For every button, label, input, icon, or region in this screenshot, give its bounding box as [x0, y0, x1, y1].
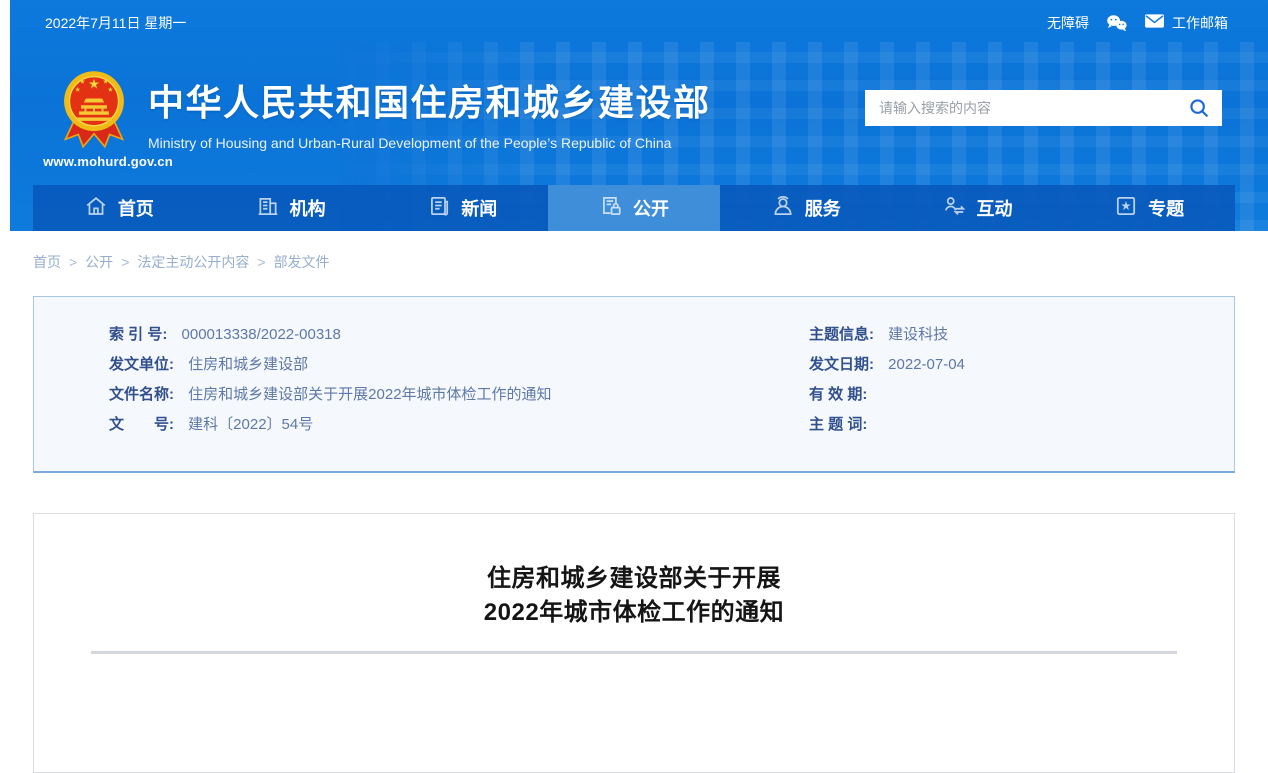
accessibility-link[interactable]: 无障碍 [1047, 13, 1089, 33]
info-row-validity: 有 效 期: [809, 380, 1234, 410]
news-icon [427, 194, 451, 223]
nav-label: 公开 [633, 199, 670, 219]
header-main: www.mohurd.gov.cn 中华人民共和国住房和城乡建设部 Minist… [10, 45, 1268, 185]
info-row-index-number: 索 引 号: 000013338/2022-00318 [109, 320, 809, 350]
info-value: 住房和城乡建设部 [188, 356, 309, 373]
nav-item-interact[interactable]: 互动 [892, 185, 1064, 231]
info-row-keywords: 主 题 词: [809, 410, 1234, 440]
info-label: 文件名称: [109, 386, 174, 403]
site-title-en: Ministry of Housing and Urban-Rural Deve… [148, 135, 672, 151]
article-box: 住房和城乡建设部关于开展 2022年城市体检工作的通知 [33, 513, 1235, 773]
info-value: 000013338/2022-00318 [181, 326, 341, 343]
national-emblem-icon [60, 67, 128, 158]
breadcrumb-link-open[interactable]: 公开 [85, 252, 113, 272]
nav-label: 机构 [289, 199, 326, 219]
main-nav: 首页 机构 新闻 公开 服务 互动 专题 [33, 185, 1235, 231]
breadcrumb-separator: > [69, 254, 78, 270]
document-title-line1: 住房和城乡建设部关于开展 [487, 565, 781, 592]
info-label: 有 效 期: [809, 386, 868, 403]
breadcrumb-separator: > [257, 254, 266, 270]
info-row-issuing-unit: 发文单位: 住房和城乡建设部 [109, 350, 809, 380]
info-label: 主题信息: [809, 326, 874, 343]
nav-item-service[interactable]: 服务 [720, 185, 892, 231]
nav-item-home[interactable]: 首页 [33, 185, 205, 231]
site-url: www.mohurd.gov.cn [43, 154, 173, 169]
search-icon[interactable] [1176, 90, 1222, 126]
document-title: 住房和城乡建设部关于开展 2022年城市体检工作的通知 [34, 562, 1234, 630]
nav-item-org[interactable]: 机构 [205, 185, 377, 231]
work-mailbox-label: 工作邮箱 [1172, 14, 1228, 31]
topbar-actions: 无障碍 工作邮箱 [1047, 13, 1228, 33]
info-row-doc-number: 文 号: 建科〔2022〕54号 [109, 410, 809, 440]
nav-label: 首页 [117, 199, 154, 219]
star-square-icon [1114, 194, 1138, 223]
info-label: 发文单位: [109, 356, 174, 373]
site-title: 中华人民共和国住房和城乡建设部 [148, 82, 711, 123]
search-input[interactable] [865, 90, 1176, 126]
topbar: 2022年7月11日 星期一 无障碍 工作邮箱 [10, 0, 1268, 45]
info-label: 文 号: [109, 416, 174, 433]
info-value: 建设科技 [888, 326, 949, 343]
info-value: 住房和城乡建设部关于开展2022年城市体检工作的通知 [188, 386, 552, 403]
document-info-box: 索 引 号: 000013338/2022-00318 发文单位: 住房和城乡建… [33, 296, 1235, 473]
info-value: 2022-07-04 [888, 356, 965, 373]
person-arrows-icon [942, 194, 966, 223]
nav-item-news[interactable]: 新闻 [376, 185, 548, 231]
breadcrumb-separator: > [121, 254, 130, 270]
info-column-right: 主题信息: 建设科技 发文日期: 2022-07-04 有 效 期: 主 题 词… [809, 320, 1234, 471]
nav-label: 新闻 [461, 199, 498, 219]
info-label: 发文日期: [809, 356, 874, 373]
doc-lock-icon [599, 194, 623, 223]
home-icon [84, 194, 108, 223]
info-column-left: 索 引 号: 000013338/2022-00318 发文单位: 住房和城乡建… [34, 320, 809, 471]
info-label: 索 引 号: [109, 326, 168, 343]
nav-item-open[interactable]: 公开 [548, 185, 720, 231]
current-date: 2022年7月11日 星期一 [45, 14, 187, 31]
building-icon [256, 194, 280, 223]
breadcrumb-link-documents[interactable]: 部发文件 [274, 252, 330, 272]
info-row-file-name: 文件名称: 住房和城乡建设部关于开展2022年城市体检工作的通知 [109, 380, 809, 410]
document-title-line2: 2022年城市体检工作的通知 [483, 599, 785, 626]
breadcrumb-link-home[interactable]: 首页 [33, 252, 61, 272]
info-label: 主 题 词: [809, 416, 868, 433]
mail-icon [1144, 13, 1165, 32]
person-icon [771, 194, 795, 223]
site-titles: 中华人民共和国住房和城乡建设部 Ministry of Housing and … [148, 74, 711, 151]
breadcrumb-link-statutory[interactable]: 法定主动公开内容 [137, 252, 249, 272]
work-mailbox-link[interactable]: 工作邮箱 [1144, 13, 1228, 33]
site-header: 2022年7月11日 星期一 无障碍 工作邮箱 www.mohurd.gov.c… [10, 0, 1268, 231]
nav-label: 互动 [976, 199, 1013, 219]
nav-item-topic[interactable]: 专题 [1063, 185, 1235, 231]
info-value: 建科〔2022〕54号 [188, 416, 314, 433]
info-row-topic-info: 主题信息: 建设科技 [809, 320, 1234, 350]
info-row-issue-date: 发文日期: 2022-07-04 [809, 350, 1234, 380]
nav-label: 服务 [804, 199, 841, 219]
nav-label: 专题 [1148, 199, 1185, 219]
wechat-icon[interactable] [1105, 13, 1128, 33]
search-box [865, 90, 1222, 126]
breadcrumb: 首页 > 公开 > 法定主动公开内容 > 部发文件 [33, 252, 1268, 272]
